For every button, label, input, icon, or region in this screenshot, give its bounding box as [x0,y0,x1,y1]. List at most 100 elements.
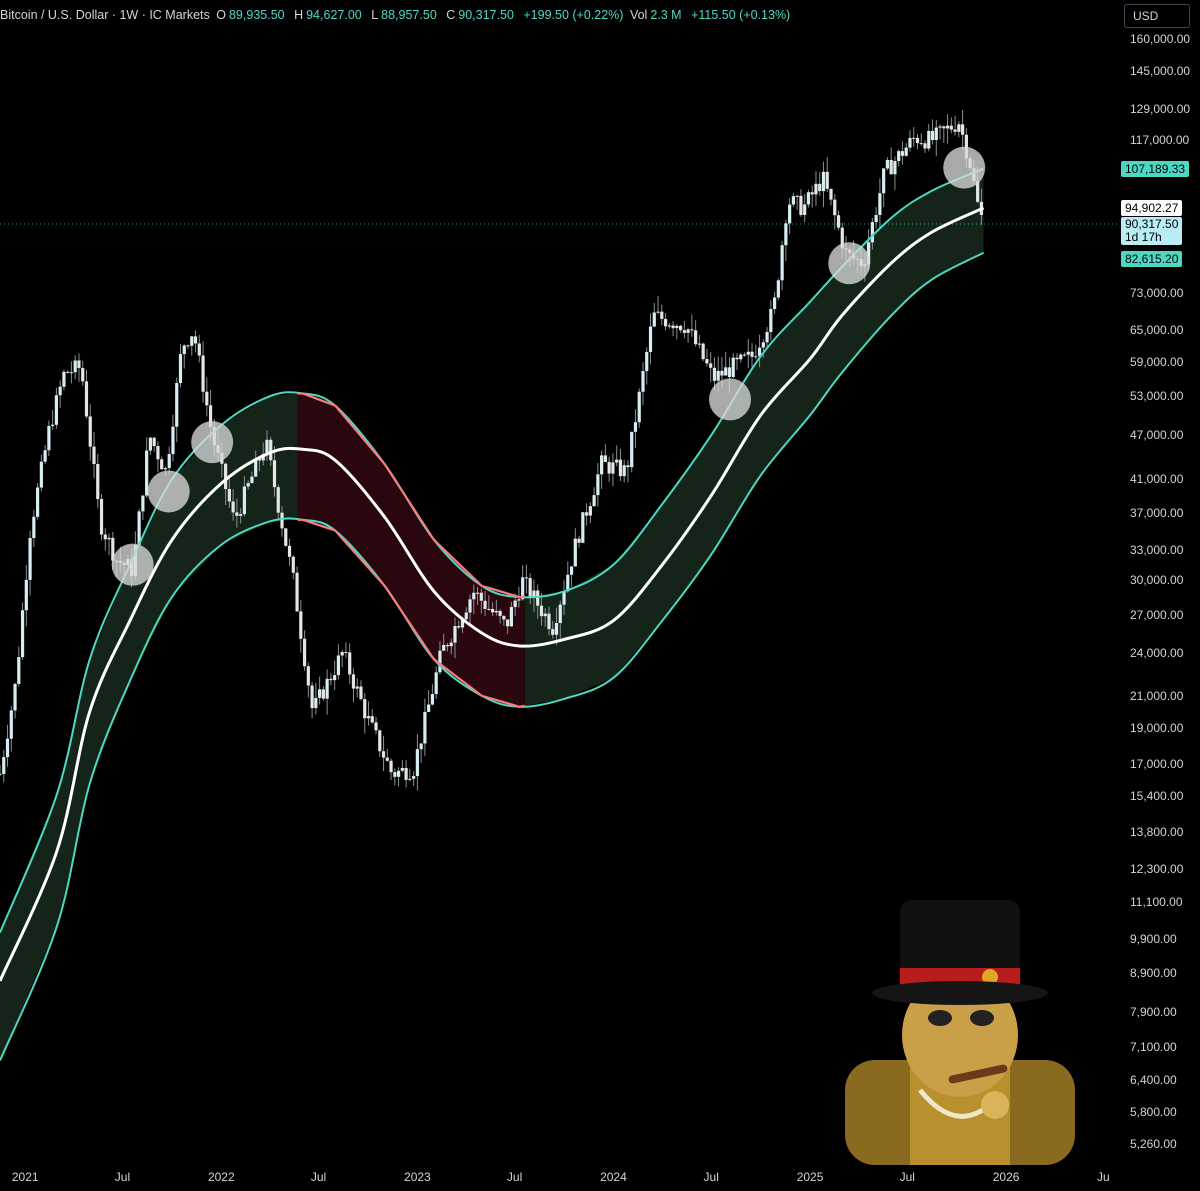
candle-body [675,325,679,329]
candle-body [43,450,47,462]
candle-body [490,608,495,613]
candle-body [148,437,153,451]
candle-body [536,590,540,606]
candle-body [727,367,732,378]
candle-body [938,126,942,128]
candle-body [810,192,814,195]
candle-body [167,454,171,469]
candle-body [96,464,100,500]
candle-body [942,126,946,129]
candle-body [329,678,333,681]
candle-body [5,738,10,758]
candle-body [231,501,235,513]
candle-body [36,487,40,517]
candle-body [814,183,818,195]
candle-body [569,566,574,575]
candle-body [784,223,788,246]
candle-body [269,439,273,461]
candle-body [554,623,559,635]
candle-body [318,689,322,698]
candle-body [870,222,874,243]
candle-body [645,351,649,372]
candle-body [272,460,277,488]
candle-body [825,171,829,189]
candle-body [393,772,397,777]
mascot-right-eye [970,1010,994,1026]
candle-body [923,143,927,149]
candle-body [735,357,739,360]
candle-body [577,538,581,543]
candle-body [622,465,626,477]
candle-body [400,767,404,771]
candle-body [498,610,502,616]
candle-body [633,422,638,432]
candle-body [927,130,931,149]
candle-body [697,343,701,345]
candle-body [472,592,476,600]
band-fill-bullish-2 [524,168,984,706]
band-touch-marker [191,421,234,464]
candle-body [630,431,634,468]
candle-body [761,342,765,348]
candle-body [795,195,799,197]
band-touch-marker [943,146,986,189]
candle-body [739,354,743,360]
candle-body [47,426,51,451]
candle-body [829,188,833,200]
candle-body [152,437,156,447]
candle-body [190,336,194,346]
candle-body [656,311,660,313]
candle-body [39,461,43,488]
candle-body [156,446,160,460]
candle-body [648,326,653,352]
candle-body [833,199,837,216]
candle-body [765,332,769,343]
mascot-hat-brim [872,981,1048,1005]
candle-body [641,371,645,392]
candle-body [660,311,664,319]
candle-body [701,343,705,360]
candle-body [934,127,938,140]
candle-body [182,345,186,355]
candle-body [897,151,901,161]
candle-body [69,372,74,374]
candle-body [694,330,698,345]
mascot-image [845,900,1075,1165]
candle-body [103,534,107,540]
candle-body [201,355,205,392]
candle-body [912,137,916,139]
candle-body [445,644,450,647]
candle-body [893,160,897,175]
candle-body [930,130,935,140]
candle-body [423,711,427,744]
candle-body [302,638,307,667]
candle-body [2,757,6,775]
candle-body [442,644,446,651]
candle-body [344,652,348,654]
candle-body [163,468,168,470]
band-touch-marker [147,470,190,513]
candle-body [573,538,577,567]
candle-body [325,678,329,699]
candle-body [543,613,547,617]
mascot-left-eye [928,1010,952,1026]
candle-body [513,600,517,607]
candle-body [882,168,886,194]
mid-line-price-tag: 94,902.27 [1121,199,1183,216]
candle-body [336,655,341,676]
candle-body [242,486,247,515]
candle-body [457,626,461,628]
candle-body [652,312,656,327]
candle-body [430,694,435,705]
candle-body [287,545,292,557]
bar-countdown: 1d 17h [1125,229,1162,244]
candle-body [348,652,352,675]
candle-body [667,325,671,327]
close-price-tag: 90,317.50 1d 17h [1121,216,1183,245]
candle-body [415,749,419,777]
candle-body [776,280,780,298]
candle-body [524,577,529,579]
candle-body [615,459,619,463]
candle-body [359,686,363,700]
candle-body [915,137,920,144]
